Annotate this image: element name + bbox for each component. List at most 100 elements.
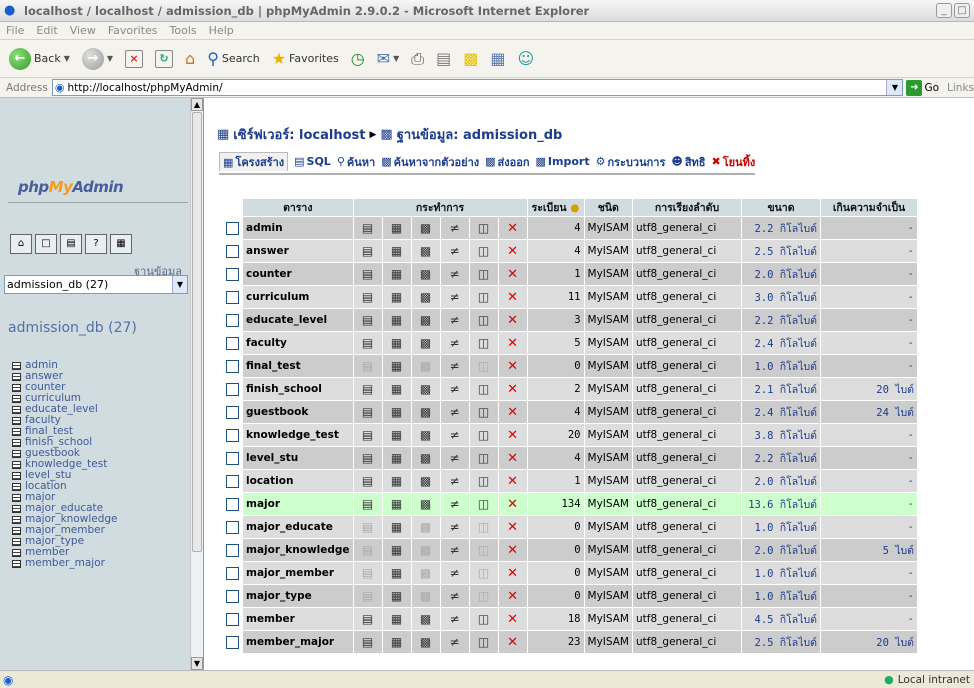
drop-icon[interactable]: ✕: [498, 378, 527, 400]
menu-edit[interactable]: Edit: [36, 24, 57, 37]
table-row[interactable]: guestbook ▤ ▦ ▩ ≠ ◫ ✕ 4 MyISAM utf8_general_ci 2.4…: [222, 401, 917, 423]
table-icon[interactable]: [12, 449, 21, 458]
menu-file[interactable]: File: [6, 24, 24, 37]
table-icon[interactable]: [12, 416, 21, 425]
table-icon[interactable]: [12, 394, 21, 403]
scroll-up-icon[interactable]: ▲: [191, 98, 203, 111]
search-icon[interactable]: ▩: [411, 631, 440, 653]
table-row[interactable]: major_knowledge ▤ ▦ ▩ ≠ ◫ ✕ 0 MyISAM utf8_general…: [222, 539, 917, 561]
empty-icon[interactable]: ◫: [469, 562, 498, 584]
tab-operations[interactable]: ⚙ กระบวนการ: [596, 152, 666, 171]
table-row[interactable]: major_educate ▤ ▦ ▩ ≠ ◫ ✕ 0 MyISAM utf8_general_c…: [222, 516, 917, 538]
table-size[interactable]: 2.2 กิโลไบต์: [742, 217, 820, 239]
table-icon[interactable]: [12, 493, 21, 502]
empty-icon[interactable]: ◫: [469, 516, 498, 538]
search-icon[interactable]: ▩: [411, 263, 440, 285]
home-button[interactable]: ⌂: [182, 44, 198, 74]
structure-icon[interactable]: ▦: [382, 631, 411, 653]
table-name[interactable]: major_knowledge: [243, 539, 353, 561]
table-row[interactable]: major ▤ ▦ ▩ ≠ ◫ ✕ 134 MyISAM utf8_general_ci 13.6 …: [222, 493, 917, 515]
table-icon[interactable]: [12, 383, 21, 392]
search-icon[interactable]: ▩: [411, 516, 440, 538]
browse-icon[interactable]: ▤: [353, 608, 382, 630]
browse-icon[interactable]: ▤: [353, 516, 382, 538]
search-icon[interactable]: ▩: [411, 217, 440, 239]
menu-view[interactable]: View: [70, 24, 96, 37]
table-icon[interactable]: [12, 504, 21, 513]
table-size[interactable]: 2.4 กิโลไบต์: [742, 332, 820, 354]
tab-drop[interactable]: ✖ โยนทิ้ง: [712, 152, 756, 171]
structure-icon[interactable]: ▦: [382, 539, 411, 561]
row-checkbox[interactable]: [225, 451, 239, 465]
browse-icon[interactable]: ▤: [353, 263, 382, 285]
table-name[interactable]: final_test: [243, 355, 353, 377]
table-size[interactable]: 1.0 กิโลไบต์: [742, 585, 820, 607]
table-name[interactable]: admin: [243, 217, 353, 239]
table-name[interactable]: major: [243, 493, 353, 515]
table-name[interactable]: major_member: [243, 562, 353, 584]
query-window-icon[interactable]: ▤: [60, 234, 82, 254]
table-icon[interactable]: [12, 460, 21, 469]
scroll-down-icon[interactable]: ▼: [191, 657, 203, 670]
breadcrumb-server[interactable]: เซิร์ฟเวอร์: localhost: [233, 124, 365, 145]
history-button[interactable]: ◷: [348, 44, 368, 74]
table-size[interactable]: 2.5 กิโลไบต์: [742, 631, 820, 653]
browse-icon[interactable]: ▤: [353, 424, 382, 446]
table-name[interactable]: level_stu: [243, 447, 353, 469]
phpmyadmin-logo[interactable]: phpMyAdmin: [18, 178, 124, 196]
search-icon[interactable]: ▩: [411, 493, 440, 515]
insert-icon[interactable]: ≠: [440, 585, 469, 607]
table-row[interactable]: location ▤ ▦ ▩ ≠ ◫ ✕ 1 MyISAM utf8_general_ci 2.0 …: [222, 470, 917, 492]
empty-icon[interactable]: ◫: [469, 470, 498, 492]
drop-icon[interactable]: ✕: [498, 309, 527, 331]
drop-icon[interactable]: ✕: [498, 493, 527, 515]
structure-icon[interactable]: ▦: [382, 286, 411, 308]
table-row[interactable]: final_test ▤ ▦ ▩ ≠ ◫ ✕ 0 MyISAM utf8_general_ci 1.…: [222, 355, 917, 377]
refresh-button[interactable]: ↻: [152, 44, 176, 74]
favorites-button[interactable]: ★ Favorites: [269, 44, 342, 74]
tab-privileges[interactable]: ☻ สิทธิ: [671, 152, 705, 171]
table-row[interactable]: answer ▤ ▦ ▩ ≠ ◫ ✕ 4 MyISAM utf8_general_ci 2.5 กิ…: [222, 240, 917, 262]
table-icon[interactable]: [12, 361, 21, 370]
browse-icon[interactable]: ▤: [353, 332, 382, 354]
structure-icon[interactable]: ▦: [382, 424, 411, 446]
table-icon[interactable]: [12, 537, 21, 546]
drop-icon[interactable]: ✕: [498, 401, 527, 423]
structure-icon[interactable]: ▦: [382, 493, 411, 515]
row-checkbox[interactable]: [225, 290, 239, 304]
search-icon[interactable]: ▩: [411, 562, 440, 584]
row-checkbox[interactable]: [225, 635, 239, 649]
docs-icon[interactable]: ?: [85, 234, 107, 254]
row-checkbox[interactable]: [225, 359, 239, 373]
table-icon[interactable]: [12, 438, 21, 447]
table-name[interactable]: knowledge_test: [243, 424, 353, 446]
table-icon[interactable]: [12, 471, 21, 480]
search-button[interactable]: ⚲ Search: [204, 44, 263, 74]
structure-icon[interactable]: ▦: [382, 562, 411, 584]
search-icon[interactable]: ▩: [411, 470, 440, 492]
table-size[interactable]: 3.8 กิโลไบต์: [742, 424, 820, 446]
search-icon[interactable]: ▩: [411, 286, 440, 308]
insert-icon[interactable]: ≠: [440, 424, 469, 446]
table-size[interactable]: 2.0 กิโลไบต์: [742, 470, 820, 492]
empty-icon[interactable]: ◫: [469, 608, 498, 630]
structure-icon[interactable]: ▦: [382, 470, 411, 492]
database-heading[interactable]: admission_db (27): [8, 320, 137, 336]
home-icon[interactable]: ⌂: [10, 234, 32, 254]
browse-icon[interactable]: ▤: [353, 585, 382, 607]
structure-icon[interactable]: ▦: [382, 608, 411, 630]
header-table[interactable]: ตาราง: [243, 199, 353, 216]
mail-button[interactable]: ✉ ▼: [374, 44, 403, 74]
insert-icon[interactable]: ≠: [440, 401, 469, 423]
table-name[interactable]: guestbook: [243, 401, 353, 423]
exit-icon[interactable]: □: [35, 234, 57, 254]
sidebar-table-item[interactable]: member_major: [12, 558, 118, 569]
sql-docs-icon[interactable]: ▦: [110, 234, 132, 254]
tab-import[interactable]: ▩ Import: [536, 152, 590, 171]
drop-icon[interactable]: ✕: [498, 424, 527, 446]
row-checkbox[interactable]: [225, 543, 239, 557]
search-icon[interactable]: ▩: [411, 355, 440, 377]
tab-structure[interactable]: ▦ โครงสร้าง: [219, 152, 289, 171]
structure-icon[interactable]: ▦: [382, 309, 411, 331]
table-name[interactable]: member: [243, 608, 353, 630]
